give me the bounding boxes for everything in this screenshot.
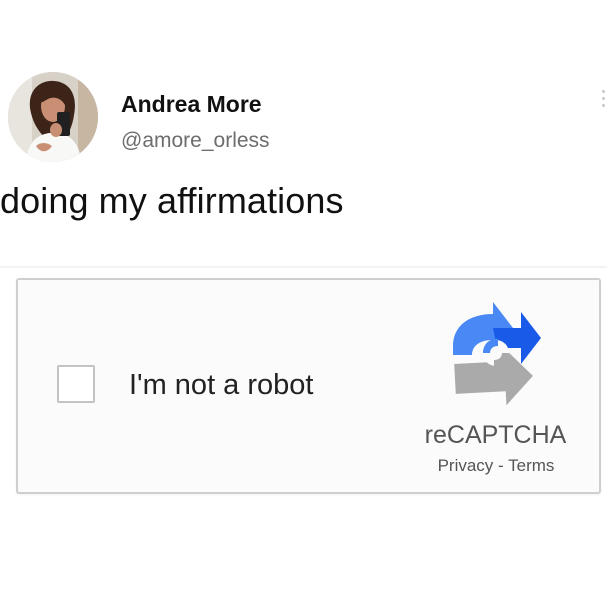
dot <box>602 97 605 100</box>
dot <box>602 104 605 107</box>
dot <box>602 90 605 93</box>
avatar-photo-icon <box>8 72 98 162</box>
divider <box>0 266 607 268</box>
tweet-header: Andrea More @amore_orless <box>0 72 607 177</box>
avatar[interactable] <box>8 72 98 162</box>
user-handle[interactable]: @amore_orless <box>121 129 270 153</box>
recaptcha-links: Privacy - Terms <box>421 456 571 476</box>
recaptcha-logo-icon <box>453 302 541 406</box>
checkbox-label[interactable]: I'm not a robot <box>129 369 313 402</box>
display-name[interactable]: Andrea More <box>121 91 262 118</box>
recaptcha-widget: I'm not a robot reCAPTCHA Privacy - Term… <box>16 278 601 494</box>
privacy-link[interactable]: Privacy <box>438 456 494 475</box>
tweet-text: doing my affirmations <box>0 180 344 221</box>
terms-link[interactable]: Terms <box>508 456 554 475</box>
links-separator: - <box>493 456 509 475</box>
robot-checkbox[interactable] <box>57 365 95 403</box>
more-dots-icon[interactable] <box>599 90 607 112</box>
recaptcha-brand: reCAPTCHA <box>424 421 567 449</box>
